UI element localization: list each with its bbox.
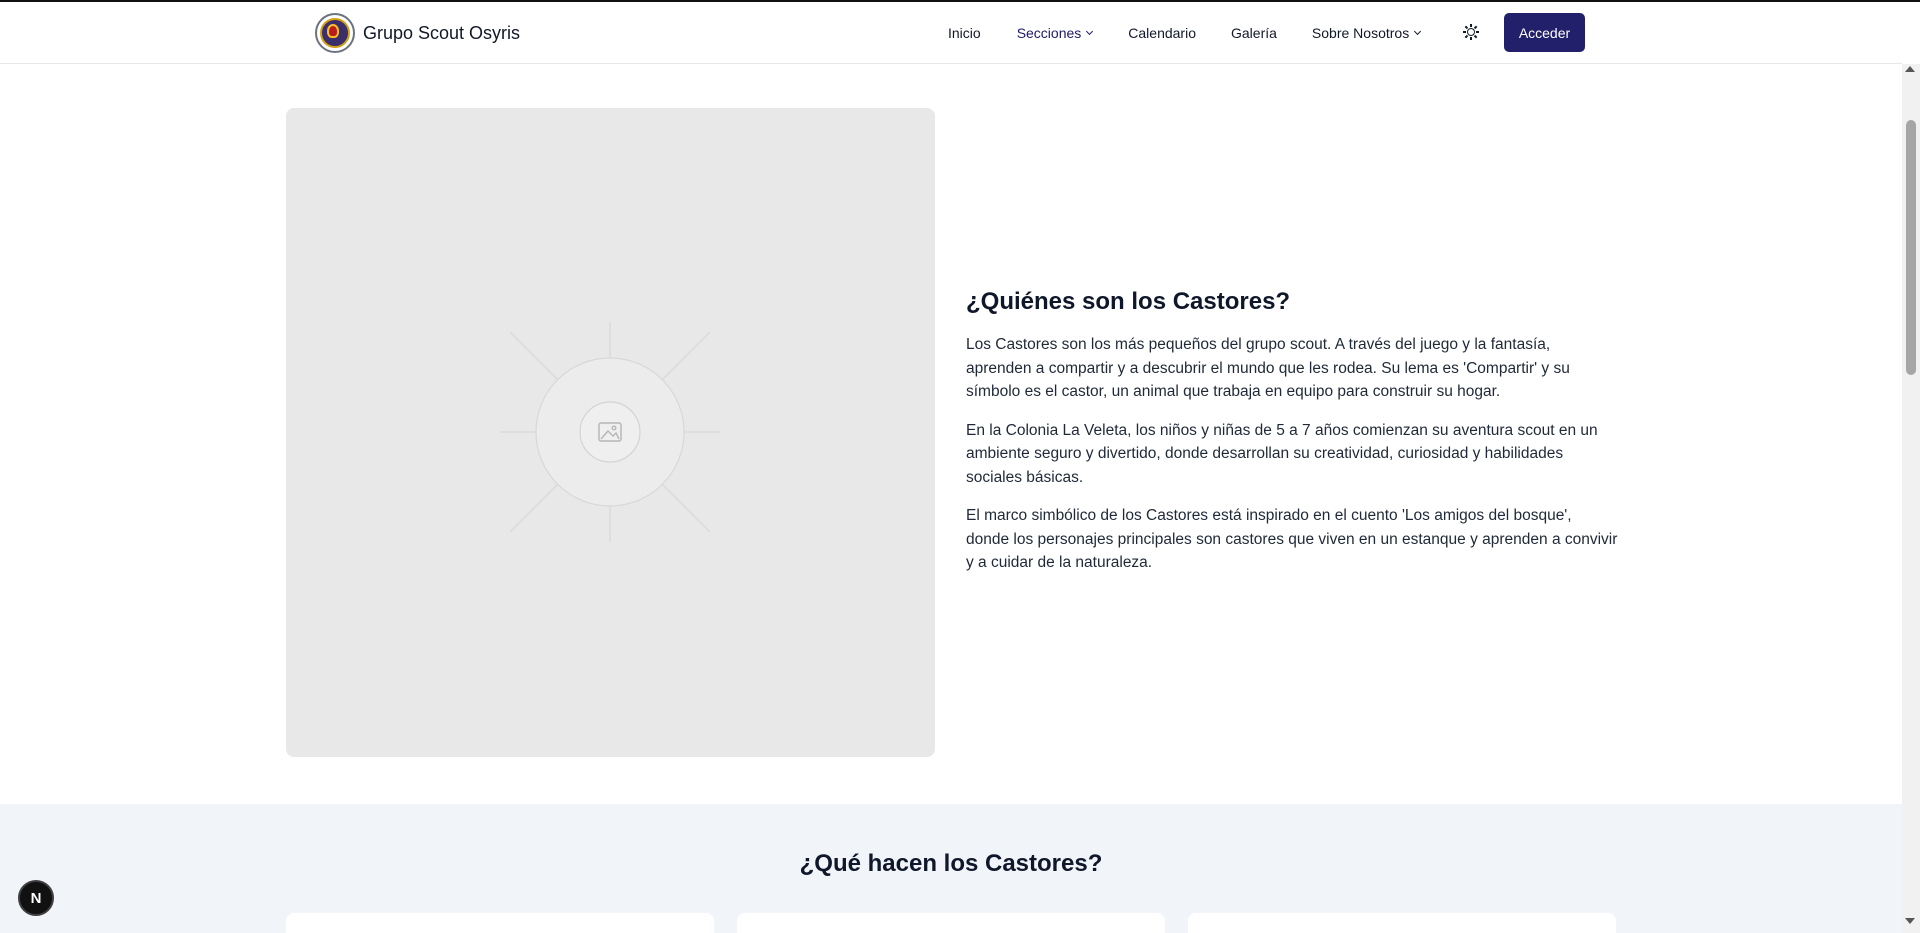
scout-logo [315, 13, 355, 53]
login-button[interactable]: Acceder [1504, 13, 1585, 52]
site-header: Grupo Scout Osyris Inicio Secciones Cale… [0, 2, 1902, 64]
castores-intro: ¿Quiénes son los Castores? Los Castores … [966, 288, 1618, 590]
intro-paragraph: Los Castores son los más pequeños del gr… [966, 336, 1570, 400]
activities-title: ¿Qué hacen los Castores? [799, 850, 1103, 877]
activity-card [286, 913, 714, 933]
nav-item-sobre-nosotros[interactable]: Sobre Nosotros [1311, 25, 1422, 41]
main-nav: Inicio Secciones Calendario Galería Sobr… [948, 2, 1422, 64]
intro-paragraph: En la Colonia La Veleta, los niños y niñ… [966, 421, 1598, 486]
activity-card [1188, 913, 1616, 933]
nav-item-calendario[interactable]: Calendario [1128, 25, 1196, 41]
header-inner: Grupo Scout Osyris Inicio Secciones Cale… [315, 2, 1585, 64]
intro-title: ¿Quiénes son los Castores? [966, 288, 1291, 315]
chevron-down-icon [1414, 27, 1422, 36]
nav-label: Galería [1231, 25, 1277, 41]
nav-item-inicio[interactable]: Inicio [948, 25, 981, 41]
nav-item-galeria[interactable]: Galería [1231, 25, 1277, 41]
scrollbar-thumb[interactable] [1906, 120, 1916, 375]
brand-name: Grupo Scout Osyris [363, 22, 521, 43]
nav-label: Secciones [1016, 25, 1082, 41]
scroll-up-arrow-icon[interactable] [1905, 66, 1915, 72]
nav-label: Calendario [1128, 25, 1196, 41]
theme-toggle-button[interactable] [1463, 24, 1479, 40]
scroll-down-arrow-icon[interactable] [1905, 918, 1915, 924]
nav-label: Inicio [948, 25, 981, 41]
activity-card [737, 913, 1165, 933]
activities-section: ¿Qué hacen los Castores? [0, 804, 1902, 933]
nav-label: Sobre Nosotros [1311, 25, 1410, 41]
intro-paragraph: El marco simbólico de los Castores está … [966, 507, 1618, 571]
castores-image-placeholder [286, 108, 935, 757]
chevron-down-icon [1086, 27, 1094, 36]
nextjs-dev-indicator[interactable]: N [18, 880, 54, 916]
brand-link[interactable]: Grupo Scout Osyris [315, 13, 520, 53]
nav-item-secciones[interactable]: Secciones [1016, 25, 1094, 41]
image-placeholder-icon [500, 322, 720, 542]
